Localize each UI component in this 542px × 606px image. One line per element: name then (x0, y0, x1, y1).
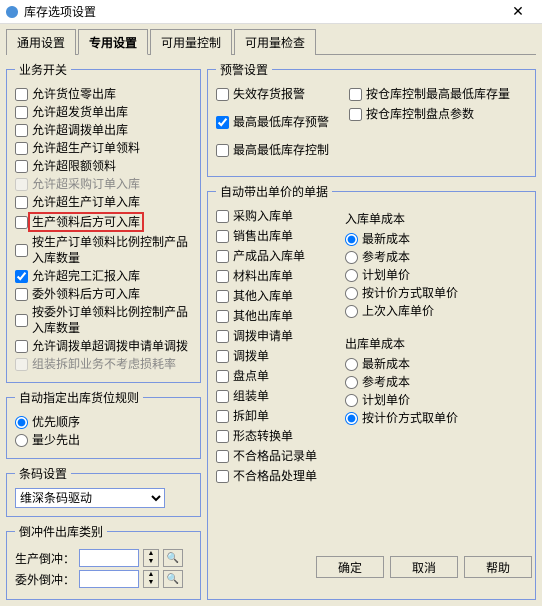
ok-button[interactable]: 确定 (316, 556, 384, 578)
biz-item-7[interactable]: 生产领料后方可入库 (15, 212, 192, 232)
biz-item-5: 允许超采购订单入库 (15, 176, 192, 192)
offset-input-0[interactable] (79, 549, 139, 567)
group-offset: 倒冲件出库类别 生产倒冲：▲▼🔍委外倒冲：▲▼🔍 (6, 523, 201, 600)
tab-3[interactable]: 可用量检查 (234, 29, 316, 55)
group-warning: 预警设置 失效存货报警最高最低库存预警最高最低库存控制 按仓库控制最高最低库存量… (207, 61, 536, 177)
slot-opt-0[interactable]: 优先顺序 (15, 414, 192, 430)
doc-5[interactable]: 其他出库单 (216, 308, 317, 324)
close-icon[interactable]: ✕ (498, 3, 538, 20)
biz-item-4[interactable]: 允许超限额领料 (15, 158, 192, 174)
biz-item-6[interactable]: 允许超生产订单入库 (15, 194, 192, 210)
group-biz-switch: 业务开关 允许货位零出库允许超发货单出库允许超调拨单出库允许超生产订单领料允许超… (6, 61, 201, 383)
warn-left-1[interactable]: 最高最低库存预警 (216, 114, 329, 130)
warn-left-2[interactable]: 最高最低库存控制 (216, 142, 329, 158)
out-cost-0[interactable]: 最新成本 (345, 356, 458, 372)
doc-3[interactable]: 材料出库单 (216, 268, 317, 284)
doc-9[interactable]: 组装单 (216, 388, 317, 404)
in-cost-3[interactable]: 按计价方式取单价 (345, 285, 458, 301)
doc-12[interactable]: 不合格品记录单 (216, 448, 317, 464)
doc-4[interactable]: 其他入库单 (216, 288, 317, 304)
doc-10[interactable]: 拆卸单 (216, 408, 317, 424)
biz-item-2[interactable]: 允许超调拨单出库 (15, 122, 192, 138)
out-cost-head: 出库单成本 (345, 335, 458, 352)
doc-0[interactable]: 采购入库单 (216, 208, 317, 224)
tab-2[interactable]: 可用量控制 (150, 29, 232, 55)
barcode-select[interactable]: 维深条码驱动 (15, 488, 165, 508)
doc-2[interactable]: 产成品入库单 (216, 248, 317, 264)
doc-1[interactable]: 销售出库单 (216, 228, 317, 244)
offset-lookup-0[interactable]: 🔍 (163, 549, 183, 567)
warn-right-0[interactable]: 按仓库控制最高最低库存量 (349, 86, 510, 102)
help-button[interactable]: 帮助 (464, 556, 532, 578)
out-cost-1[interactable]: 参考成本 (345, 374, 458, 390)
biz-item-13: 组装拆卸业务不考虑损耗率 (15, 356, 192, 372)
doc-11[interactable]: 形态转换单 (216, 428, 317, 444)
out-cost-2[interactable]: 计划单价 (345, 392, 458, 408)
in-cost-1[interactable]: 参考成本 (345, 249, 458, 265)
in-cost-4[interactable]: 上次入库单价 (345, 303, 458, 319)
biz-item-11[interactable]: 按委外订单领料比例控制产品入库数量 (15, 304, 192, 336)
offset-row-0: 生产倒冲：▲▼🔍 (15, 549, 192, 567)
group-barcode: 条码设置 维深条码驱动 (6, 465, 201, 517)
group-auto-price: 自动带出单价的单据 采购入库单销售出库单产成品入库单材料出库单其他入库单其他出库… (207, 183, 536, 600)
tab-0[interactable]: 通用设置 (6, 29, 76, 55)
doc-8[interactable]: 盘点单 (216, 368, 317, 384)
biz-item-10[interactable]: 委外领料后方可入库 (15, 286, 192, 302)
cancel-button[interactable]: 取消 (390, 556, 458, 578)
offset-row-1: 委外倒冲：▲▼🔍 (15, 570, 192, 588)
biz-item-0[interactable]: 允许货位零出库 (15, 86, 192, 102)
doc-7[interactable]: 调拨单 (216, 348, 317, 364)
slot-opt-1[interactable]: 量少先出 (15, 432, 192, 448)
biz-item-1[interactable]: 允许超发货单出库 (15, 104, 192, 120)
doc-13[interactable]: 不合格品处理单 (216, 468, 317, 484)
group-auto-slot: 自动指定出库货位规则 优先顺序量少先出 (6, 389, 201, 459)
offset-spin-0[interactable]: ▲▼ (143, 549, 159, 567)
in-cost-2[interactable]: 计划单价 (345, 267, 458, 283)
warn-right-1[interactable]: 按仓库控制盘点参数 (349, 106, 510, 122)
window-title: 库存选项设置 (24, 3, 498, 20)
biz-item-3[interactable]: 允许超生产订单领料 (15, 140, 192, 156)
biz-item-12[interactable]: 允许调拨单超调拨申请单调拨 (15, 338, 192, 354)
offset-lookup-1[interactable]: 🔍 (163, 570, 183, 588)
warn-left-0[interactable]: 失效存货报警 (216, 86, 329, 102)
doc-6[interactable]: 调拨申请单 (216, 328, 317, 344)
out-cost-3[interactable]: 按计价方式取单价 (345, 410, 458, 426)
offset-input-1[interactable] (79, 570, 139, 588)
app-icon (4, 4, 20, 20)
tab-1[interactable]: 专用设置 (78, 29, 148, 55)
in-cost-head: 入库单成本 (345, 210, 458, 227)
biz-item-8[interactable]: 按生产订单领料比例控制产品入库数量 (15, 234, 192, 266)
in-cost-0[interactable]: 最新成本 (345, 231, 458, 247)
biz-item-9[interactable]: 允许超完工汇报入库 (15, 268, 192, 284)
offset-spin-1[interactable]: ▲▼ (143, 570, 159, 588)
